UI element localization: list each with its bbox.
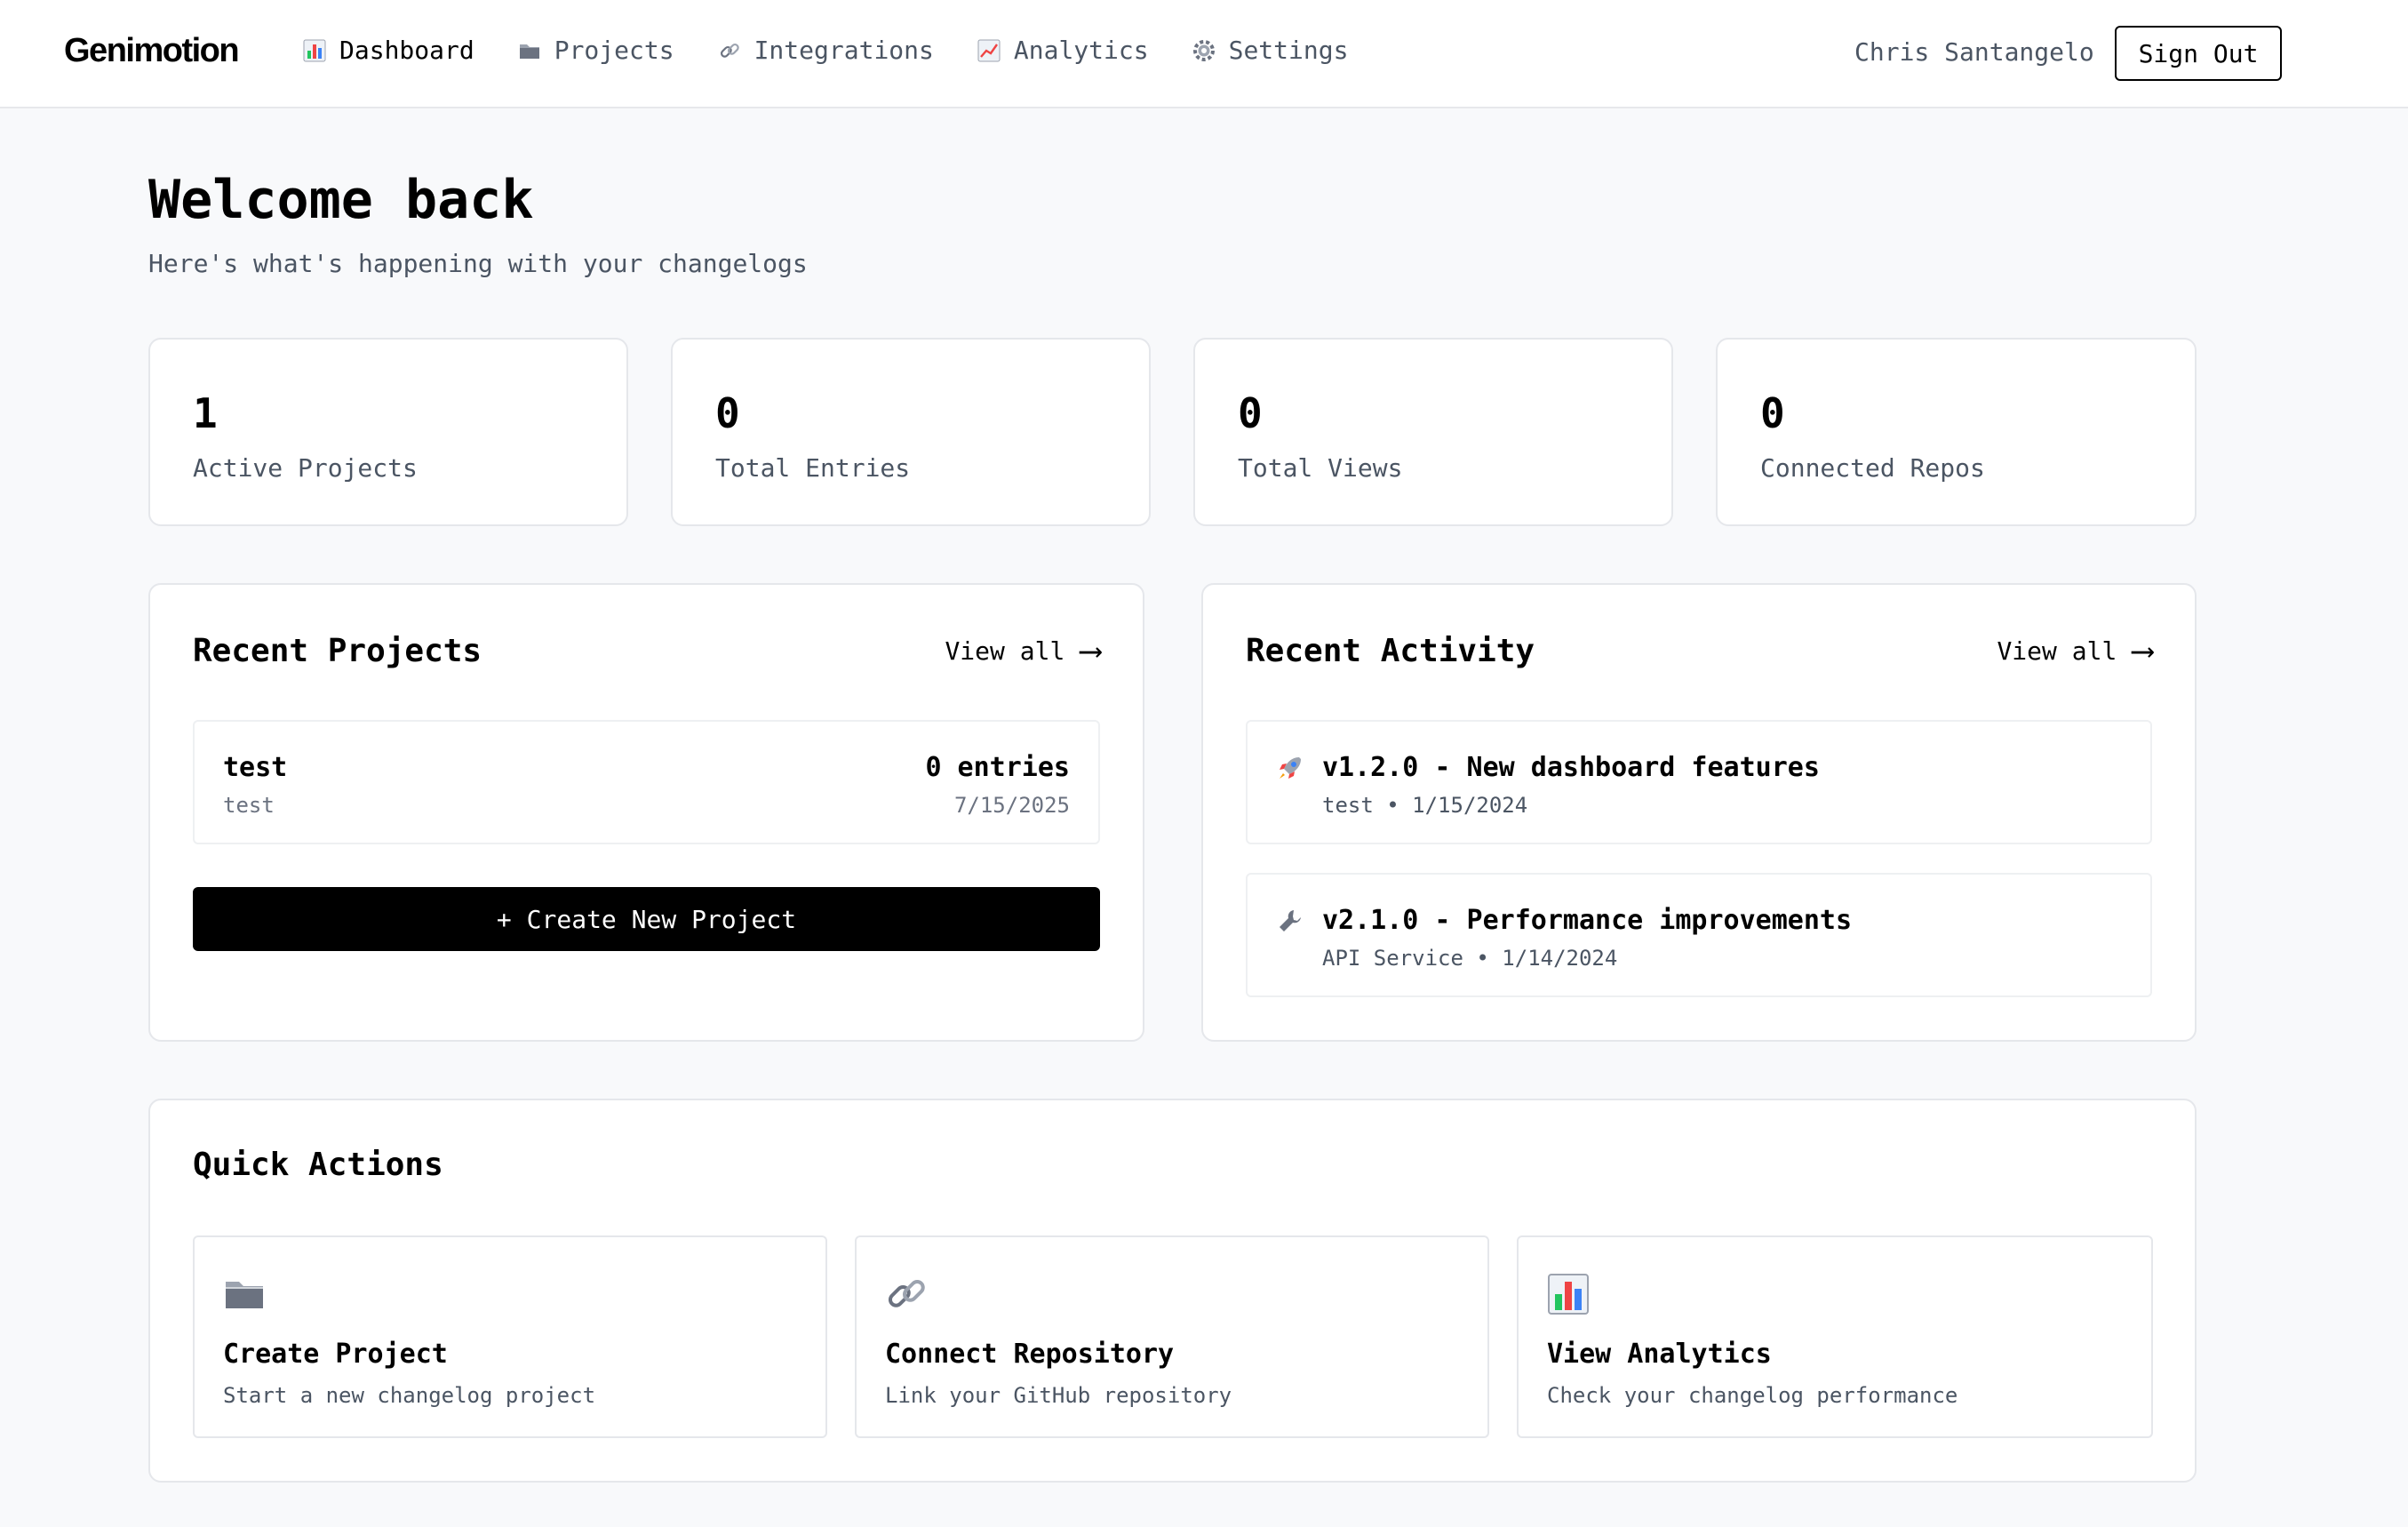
brand-logo[interactable]: Genimotion: [64, 32, 240, 70]
recent-activity-panel: Recent Activity View all ⟶ v1.2.0 - New …: [1201, 583, 2197, 1042]
wrench-icon: [1276, 907, 1304, 935]
view-all-projects-link[interactable]: View all ⟶: [945, 632, 1100, 669]
bar-chart-icon: [1547, 1273, 1590, 1315]
link-icon: [717, 38, 742, 63]
quick-actions-title: Quick Actions: [193, 1147, 443, 1183]
stat-label: Total Views: [1238, 453, 1403, 483]
folder-icon: [223, 1273, 266, 1315]
stat-value: 0: [1238, 389, 1263, 437]
stat-card-active-projects: 1 Active Projects: [148, 338, 628, 526]
quick-action-title: Connect Repository: [885, 1339, 1175, 1370]
nav-item-integrations[interactable]: Integrations: [717, 36, 934, 65]
stat-label: Total Entries: [715, 453, 911, 483]
recent-projects-panel: Recent Projects View all ⟶ test test 0 e…: [148, 583, 1144, 1042]
nav-label: Dashboard: [339, 36, 474, 65]
project-description: test: [223, 793, 275, 818]
nav-item-settings[interactable]: Settings: [1192, 36, 1349, 65]
create-new-project-button[interactable]: + Create New Project: [193, 887, 1100, 951]
line-chart-icon: [977, 38, 1001, 63]
nav-item-dashboard[interactable]: Dashboard: [302, 36, 474, 65]
page-subtitle: Here's what's happening with your change…: [148, 249, 808, 278]
quick-action-view-analytics[interactable]: View Analytics Check your changelog perf…: [1517, 1235, 2153, 1438]
nav-label: Projects: [554, 36, 674, 65]
nav-item-projects[interactable]: Projects: [517, 36, 674, 65]
view-all-label: View all: [1997, 636, 2117, 666]
nav-label: Integrations: [753, 36, 934, 65]
main-nav: Dashboard Projects Integrations Analytic…: [302, 36, 1348, 65]
nav-item-analytics[interactable]: Analytics: [977, 36, 1149, 65]
quick-action-connect-repository[interactable]: Connect Repository Link your GitHub repo…: [855, 1235, 1489, 1438]
nav-label: Settings: [1228, 36, 1349, 65]
quick-action-description: Start a new changelog project: [223, 1383, 596, 1408]
activity-row[interactable]: v2.1.0 - Performance improvements API Se…: [1246, 873, 2152, 997]
link-icon: [885, 1273, 928, 1315]
quick-action-create-project[interactable]: Create Project Start a new changelog pro…: [193, 1235, 827, 1438]
stat-card-connected-repos: 0 Connected Repos: [1716, 338, 2197, 526]
folder-icon: [517, 38, 542, 63]
project-date: 7/15/2025: [953, 793, 1070, 818]
stat-label: Connected Repos: [1760, 453, 1985, 483]
bar-chart-icon: [302, 38, 327, 63]
page-title: Welcome back: [148, 169, 534, 231]
stat-value: 0: [715, 389, 740, 437]
activity-row[interactable]: v1.2.0 - New dashboard features test • 1…: [1246, 720, 2152, 844]
view-all-label: View all: [945, 636, 1065, 666]
gear-icon: [1192, 38, 1216, 63]
recent-activity-title: Recent Activity: [1246, 633, 1535, 669]
quick-action-title: Create Project: [223, 1339, 448, 1370]
stat-label: Active Projects: [193, 453, 418, 483]
recent-projects-title: Recent Projects: [193, 633, 482, 669]
sign-out-button[interactable]: Sign Out: [2115, 26, 2282, 81]
quick-action-description: Link your GitHub repository: [885, 1383, 1232, 1408]
rocket-icon: [1276, 754, 1304, 782]
user-name: Chris Santangelo: [1854, 37, 2094, 67]
quick-actions-panel: Quick Actions Create Project Start a new…: [148, 1099, 2197, 1483]
stat-value: 0: [1760, 389, 1785, 437]
project-entry-count: 0 entries: [925, 752, 1070, 783]
activity-title: v1.2.0 - New dashboard features: [1322, 752, 1820, 783]
view-all-activity-link[interactable]: View all ⟶: [1997, 632, 2152, 669]
project-row[interactable]: test test 0 entries 7/15/2025: [193, 720, 1100, 844]
activity-meta: API Service • 1/14/2024: [1322, 946, 1618, 971]
stat-card-total-views: 0 Total Views: [1193, 338, 1673, 526]
activity-title: v2.1.0 - Performance improvements: [1322, 905, 1853, 936]
stat-card-total-entries: 0 Total Entries: [671, 338, 1151, 526]
nav-label: Analytics: [1013, 36, 1149, 65]
arrow-right-icon: ⟶: [2133, 632, 2152, 669]
project-name: test: [223, 752, 288, 783]
activity-meta: test • 1/15/2024: [1322, 793, 1528, 818]
stat-value: 1: [193, 389, 218, 437]
top-navbar: Genimotion Dashboard Projects Integratio…: [0, 0, 2408, 108]
quick-action-description: Check your changelog performance: [1547, 1383, 1958, 1408]
arrow-right-icon: ⟶: [1080, 632, 1100, 669]
quick-action-title: View Analytics: [1547, 1339, 1772, 1370]
